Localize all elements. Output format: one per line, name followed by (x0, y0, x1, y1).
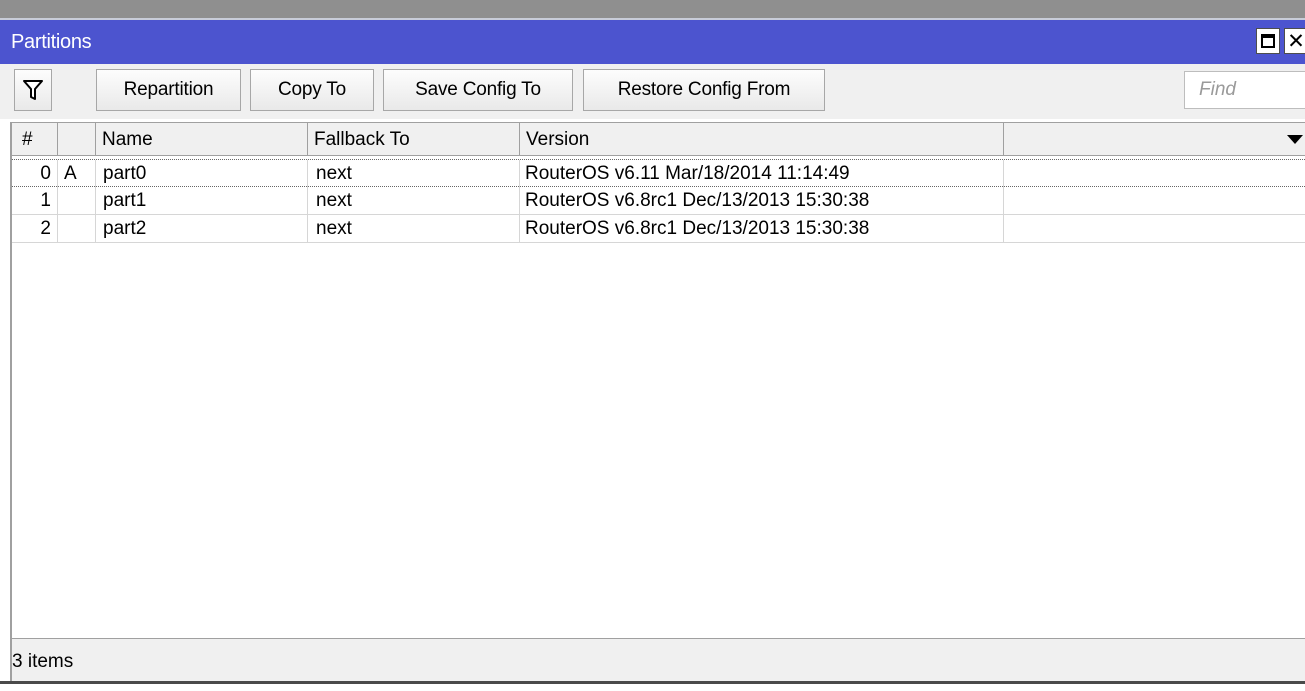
window-title: Partitions (11, 31, 92, 53)
table-row[interactable]: 2 part2 next RouterOS v6.8rc1 Dec/13/201… (12, 215, 1305, 243)
row-number: 2 (12, 215, 58, 243)
row-flag: A (58, 160, 96, 188)
row-name: part1 (96, 187, 308, 215)
status-bar: 3 items (10, 638, 1305, 681)
row-number: 0 (12, 160, 58, 188)
save-config-to-button[interactable]: Save Config To (383, 69, 573, 111)
filter-button[interactable] (14, 69, 52, 111)
row-extra (1004, 160, 1305, 188)
table-row[interactable]: 1 part1 next RouterOS v6.8rc1 Dec/13/201… (12, 187, 1305, 215)
row-name: part0 (96, 160, 308, 188)
window-titlebar[interactable]: Partitions ✕ (0, 18, 1305, 64)
row-number: 1 (12, 187, 58, 215)
row-fallback: next (308, 215, 520, 243)
filter-icon (23, 80, 43, 100)
row-fallback: next (308, 160, 520, 188)
row-extra (1004, 215, 1305, 243)
column-header-extra[interactable] (1004, 123, 1305, 156)
row-flag (58, 215, 96, 243)
row-version: RouterOS v6.11 Mar/18/2014 11:14:49 (520, 160, 1004, 188)
column-header-version[interactable]: Version (520, 123, 1004, 156)
restore-config-from-button[interactable]: Restore Config From (583, 69, 825, 111)
row-flag (58, 187, 96, 215)
close-icon: ✕ (1287, 29, 1305, 53)
column-header-number[interactable]: # (12, 123, 58, 156)
table-header: # Name Fallback To Version (12, 123, 1305, 156)
row-fallback: next (308, 187, 520, 215)
column-header-name[interactable]: Name (96, 123, 308, 156)
toolbar: Repartition Copy To Save Config To Resto… (0, 64, 1305, 119)
window-top-border (0, 0, 1305, 18)
repartition-button[interactable]: Repartition (96, 69, 241, 111)
table-row[interactable]: 0 A part0 next RouterOS v6.11 Mar/18/201… (12, 159, 1305, 188)
maximize-icon (1261, 34, 1275, 48)
partitions-table: # Name Fallback To Version 0 A part0 nex… (10, 122, 1305, 638)
close-button[interactable]: ✕ (1284, 28, 1305, 54)
dropdown-arrow-icon[interactable] (1287, 135, 1303, 144)
row-version: RouterOS v6.8rc1 Dec/13/2013 15:30:38 (520, 215, 1004, 243)
column-header-fallback-to[interactable]: Fallback To (308, 123, 520, 156)
items-count: 3 items (12, 651, 74, 672)
column-header-flags[interactable] (58, 123, 96, 156)
copy-to-button[interactable]: Copy To (250, 69, 374, 111)
find-input[interactable]: Find (1184, 71, 1305, 109)
row-version: RouterOS v6.8rc1 Dec/13/2013 15:30:38 (520, 187, 1004, 215)
row-name: part2 (96, 215, 308, 243)
maximize-button[interactable] (1256, 28, 1280, 54)
row-extra (1004, 187, 1305, 215)
window-bottom-border (0, 681, 1305, 691)
